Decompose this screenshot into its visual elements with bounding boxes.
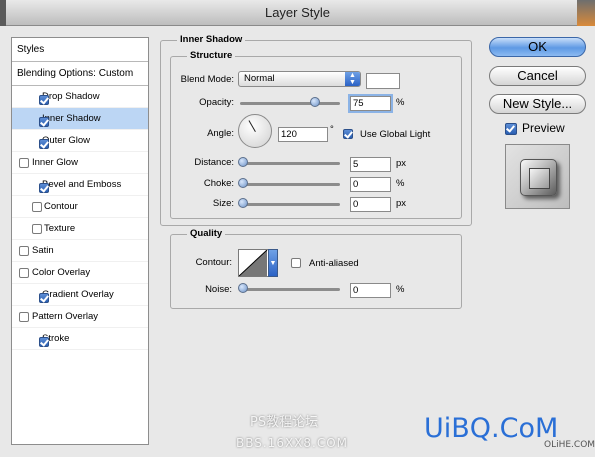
style-item[interactable]: Inner Glow: [12, 152, 148, 174]
noise-slider[interactable]: [238, 283, 340, 293]
distance-slider-thumb[interactable]: [238, 157, 248, 167]
style-item-checkbox[interactable]: [39, 337, 49, 347]
noise-input[interactable]: 0: [350, 283, 391, 298]
blending-options-item[interactable]: Blending Options: Custom: [12, 62, 148, 86]
style-item-label: Satin: [32, 245, 54, 256]
size-unit: px: [396, 198, 407, 209]
opacity-input[interactable]: 75: [350, 96, 391, 111]
watermark-ps-forum: PS教程论坛: [250, 415, 319, 430]
style-item-label: Outer Glow: [42, 135, 91, 146]
style-item-label: Color Overlay: [32, 267, 91, 278]
style-item[interactable]: Gradient Overlay: [12, 284, 148, 306]
styles-list: Styles Blending Options: Custom Drop Sha…: [11, 37, 149, 445]
blend-mode-label: Blend Mode:: [180, 74, 234, 85]
style-preview-thumbnail: [505, 144, 570, 209]
distance-input[interactable]: 5: [350, 157, 391, 172]
title-bar: Layer Style: [0, 0, 595, 26]
size-slider-thumb[interactable]: [238, 198, 248, 208]
ok-button[interactable]: OK: [489, 37, 586, 57]
watermark-bbs: BBS.16XX8.COM: [236, 436, 349, 450]
contour-dropdown-icon[interactable]: ▼: [268, 249, 278, 277]
style-item-label: Inner Glow: [32, 157, 78, 168]
size-slider[interactable]: [238, 198, 340, 208]
quality-group: Quality: [170, 228, 462, 309]
style-item-checkbox[interactable]: [39, 117, 49, 127]
opacity-slider-thumb[interactable]: [310, 97, 320, 107]
style-item-label: Pattern Overlay: [32, 311, 98, 322]
preview-label: Preview: [522, 121, 565, 135]
noise-label: Noise:: [205, 284, 232, 295]
quality-title: Quality: [187, 228, 226, 239]
use-global-light-checkbox[interactable]: [343, 129, 353, 139]
style-item-label: Contour: [44, 201, 78, 212]
size-label: Size:: [212, 198, 234, 209]
style-item-checkbox[interactable]: [19, 158, 29, 168]
style-item[interactable]: Pattern Overlay: [12, 306, 148, 328]
style-item-checkbox[interactable]: [19, 268, 29, 278]
style-item[interactable]: Texture: [12, 218, 148, 240]
angle-dial-hand: [248, 120, 256, 132]
style-item[interactable]: Bevel and Emboss: [12, 174, 148, 196]
structure-title: Structure: [187, 50, 236, 61]
preview-bevel-square: [520, 159, 557, 196]
select-arrows-icon: ▲ ▼: [345, 72, 360, 86]
watermark-olihe: OLiHE.COM: [544, 440, 595, 450]
distance-unit: px: [396, 158, 407, 169]
style-item-label: Bevel and Emboss: [42, 179, 122, 190]
choke-slider-thumb[interactable]: [238, 178, 248, 188]
inner-shadow-title: Inner Shadow: [177, 34, 246, 45]
window-title: Layer Style: [264, 5, 331, 20]
style-item-checkbox[interactable]: [19, 312, 29, 322]
style-item-checkbox[interactable]: [39, 183, 49, 193]
style-item[interactable]: Drop Shadow: [12, 86, 148, 108]
cancel-button[interactable]: Cancel: [489, 66, 586, 86]
choke-input[interactable]: 0: [350, 177, 391, 192]
use-global-light-label: Use Global Light: [360, 129, 431, 140]
noise-slider-thumb[interactable]: [238, 283, 248, 293]
style-item-checkbox[interactable]: [39, 95, 49, 105]
blend-mode-value: Normal: [244, 73, 275, 84]
style-items: Drop Shadow Inner Shadow Outer Glow Inner G…: [12, 86, 148, 350]
size-input[interactable]: 0: [350, 197, 391, 212]
contour-label: Contour:: [195, 257, 232, 268]
title-bar-edge: [0, 0, 6, 26]
choke-slider[interactable]: [238, 178, 340, 188]
distance-slider[interactable]: [238, 157, 340, 167]
angle-unit: °: [330, 124, 334, 135]
style-item-checkbox[interactable]: [39, 139, 49, 149]
style-item[interactable]: Outer Glow: [12, 130, 148, 152]
opacity-label: Opacity:: [199, 97, 234, 108]
opacity-unit: %: [396, 97, 405, 108]
shadow-color-swatch[interactable]: [366, 73, 400, 89]
preview-checkbox[interactable]: [505, 123, 517, 135]
angle-dial[interactable]: [238, 114, 272, 148]
title-bar-edge: [577, 0, 595, 26]
noise-unit: %: [396, 284, 405, 295]
new-style-button[interactable]: New Style...: [489, 94, 586, 114]
style-item[interactable]: Inner Shadow: [12, 108, 148, 130]
style-item-label: Inner Shadow: [42, 113, 101, 124]
anti-aliased-checkbox[interactable]: [291, 258, 301, 268]
style-item-label: Texture: [44, 223, 76, 234]
opacity-slider[interactable]: [240, 97, 340, 107]
style-item-checkbox[interactable]: [32, 224, 42, 234]
style-item[interactable]: Color Overlay: [12, 262, 148, 284]
style-item[interactable]: Stroke: [12, 328, 148, 350]
styles-header[interactable]: Styles: [12, 38, 148, 62]
style-item[interactable]: Contour: [12, 196, 148, 218]
style-item[interactable]: Satin: [12, 240, 148, 262]
choke-unit: %: [396, 178, 405, 189]
style-item-checkbox[interactable]: [19, 246, 29, 256]
choke-label: Choke:: [203, 178, 234, 189]
blend-mode-select[interactable]: Normal ▲ ▼: [238, 71, 361, 87]
angle-input[interactable]: 120: [278, 127, 328, 142]
style-item-label: Drop Shadow: [42, 91, 100, 102]
distance-label: Distance:: [194, 157, 234, 168]
style-item-checkbox[interactable]: [32, 202, 42, 212]
angle-label: Angle:: [207, 128, 234, 139]
style-item-checkbox[interactable]: [39, 293, 49, 303]
watermark-uibq: UiBQ.CoM: [424, 413, 559, 444]
style-item-label: Gradient Overlay: [42, 289, 114, 300]
anti-aliased-label: Anti-aliased: [309, 258, 359, 269]
